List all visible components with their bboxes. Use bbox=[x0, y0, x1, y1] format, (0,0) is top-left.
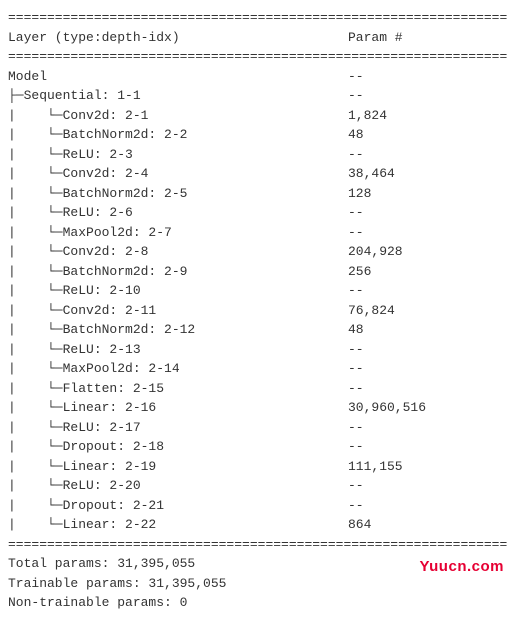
table-row: | └─Linear: 2-1630,960,516 bbox=[8, 398, 508, 418]
layer-name-cell: Model bbox=[8, 67, 348, 87]
param-count-cell: 48 bbox=[348, 320, 364, 340]
table-row: | └─Conv2d: 2-11,824 bbox=[8, 106, 508, 126]
table-row: | └─Conv2d: 2-1176,824 bbox=[8, 301, 508, 321]
param-count-cell: 204,928 bbox=[348, 242, 403, 262]
param-count-cell: -- bbox=[348, 437, 364, 457]
table-row: | └─BatchNorm2d: 2-1248 bbox=[8, 320, 508, 340]
layer-rows: Model--├─Sequential: 1-1--| └─Conv2d: 2-… bbox=[8, 67, 508, 535]
layer-name-cell: | └─Conv2d: 2-1 bbox=[8, 106, 348, 126]
param-count-cell: -- bbox=[348, 496, 364, 516]
separator-mid: ========================================… bbox=[8, 47, 508, 67]
layer-name-cell: | └─Conv2d: 2-8 bbox=[8, 242, 348, 262]
layer-name-cell: | └─BatchNorm2d: 2-5 bbox=[8, 184, 348, 204]
param-count-cell: 76,824 bbox=[348, 301, 395, 321]
separator-top: ========================================… bbox=[8, 8, 508, 28]
param-count-cell: -- bbox=[348, 145, 364, 165]
param-count-cell: -- bbox=[348, 86, 364, 106]
layer-name-cell: | └─Conv2d: 2-4 bbox=[8, 164, 348, 184]
layer-name-cell: | └─BatchNorm2d: 2-2 bbox=[8, 125, 348, 145]
table-row: | └─Dropout: 2-18-- bbox=[8, 437, 508, 457]
layer-name-cell: | └─Linear: 2-19 bbox=[8, 457, 348, 477]
param-count-cell: -- bbox=[348, 203, 364, 223]
header-row: Layer (type:depth-idx) Param # bbox=[8, 28, 508, 48]
param-count-cell: 111,155 bbox=[348, 457, 403, 477]
layer-name-cell: | └─ReLU: 2-3 bbox=[8, 145, 348, 165]
footer-nontrainable: Non-trainable params: 0 bbox=[8, 593, 508, 613]
table-row: | └─ReLU: 2-20-- bbox=[8, 476, 508, 496]
table-row: | └─BatchNorm2d: 2-248 bbox=[8, 125, 508, 145]
param-count-cell: -- bbox=[348, 281, 364, 301]
table-row: | └─BatchNorm2d: 2-9256 bbox=[8, 262, 508, 282]
param-count-cell: 128 bbox=[348, 184, 371, 204]
layer-name-cell: | └─MaxPool2d: 2-7 bbox=[8, 223, 348, 243]
table-row: | └─ReLU: 2-3-- bbox=[8, 145, 508, 165]
header-layer-col: Layer (type:depth-idx) bbox=[8, 28, 348, 48]
param-count-cell: -- bbox=[348, 359, 364, 379]
param-count-cell: -- bbox=[348, 223, 364, 243]
param-count-cell: -- bbox=[348, 379, 364, 399]
param-count-cell: -- bbox=[348, 340, 364, 360]
table-row: | └─ReLU: 2-6-- bbox=[8, 203, 508, 223]
table-row: ├─Sequential: 1-1-- bbox=[8, 86, 508, 106]
watermark: Yuucn.com bbox=[419, 556, 504, 579]
header-param-col: Param # bbox=[348, 28, 403, 48]
table-row: | └─MaxPool2d: 2-14-- bbox=[8, 359, 508, 379]
layer-name-cell: | └─ReLU: 2-20 bbox=[8, 476, 348, 496]
table-row: | └─Flatten: 2-15-- bbox=[8, 379, 508, 399]
layer-name-cell: | └─ReLU: 2-10 bbox=[8, 281, 348, 301]
param-count-cell: -- bbox=[348, 476, 364, 496]
table-row: Model-- bbox=[8, 67, 508, 87]
layer-name-cell: ├─Sequential: 1-1 bbox=[8, 86, 348, 106]
table-row: | └─Conv2d: 2-438,464 bbox=[8, 164, 508, 184]
param-count-cell: 256 bbox=[348, 262, 371, 282]
layer-name-cell: | └─Dropout: 2-18 bbox=[8, 437, 348, 457]
table-row: | └─Dropout: 2-21-- bbox=[8, 496, 508, 516]
table-row: | └─ReLU: 2-10-- bbox=[8, 281, 508, 301]
layer-name-cell: | └─BatchNorm2d: 2-9 bbox=[8, 262, 348, 282]
param-count-cell: 864 bbox=[348, 515, 371, 535]
table-row: | └─ReLU: 2-13-- bbox=[8, 340, 508, 360]
layer-name-cell: | └─Linear: 2-22 bbox=[8, 515, 348, 535]
param-count-cell: 38,464 bbox=[348, 164, 395, 184]
param-count-cell: -- bbox=[348, 418, 364, 438]
table-row: | └─ReLU: 2-17-- bbox=[8, 418, 508, 438]
layer-name-cell: | └─MaxPool2d: 2-14 bbox=[8, 359, 348, 379]
layer-name-cell: | └─ReLU: 2-6 bbox=[8, 203, 348, 223]
layer-name-cell: | └─Flatten: 2-15 bbox=[8, 379, 348, 399]
layer-name-cell: | └─Dropout: 2-21 bbox=[8, 496, 348, 516]
table-row: | └─Linear: 2-22864 bbox=[8, 515, 508, 535]
layer-name-cell: | └─Linear: 2-16 bbox=[8, 398, 348, 418]
separator-bottom: ========================================… bbox=[8, 535, 508, 555]
layer-name-cell: | └─ReLU: 2-17 bbox=[8, 418, 348, 438]
param-count-cell: 48 bbox=[348, 125, 364, 145]
table-row: | └─Conv2d: 2-8204,928 bbox=[8, 242, 508, 262]
table-row: | └─MaxPool2d: 2-7-- bbox=[8, 223, 508, 243]
param-count-cell: -- bbox=[348, 67, 364, 87]
table-row: | └─Linear: 2-19111,155 bbox=[8, 457, 508, 477]
layer-name-cell: | └─Conv2d: 2-11 bbox=[8, 301, 348, 321]
param-count-cell: 1,824 bbox=[348, 106, 387, 126]
param-count-cell: 30,960,516 bbox=[348, 398, 426, 418]
table-row: | └─BatchNorm2d: 2-5128 bbox=[8, 184, 508, 204]
layer-name-cell: | └─ReLU: 2-13 bbox=[8, 340, 348, 360]
layer-name-cell: | └─BatchNorm2d: 2-12 bbox=[8, 320, 348, 340]
